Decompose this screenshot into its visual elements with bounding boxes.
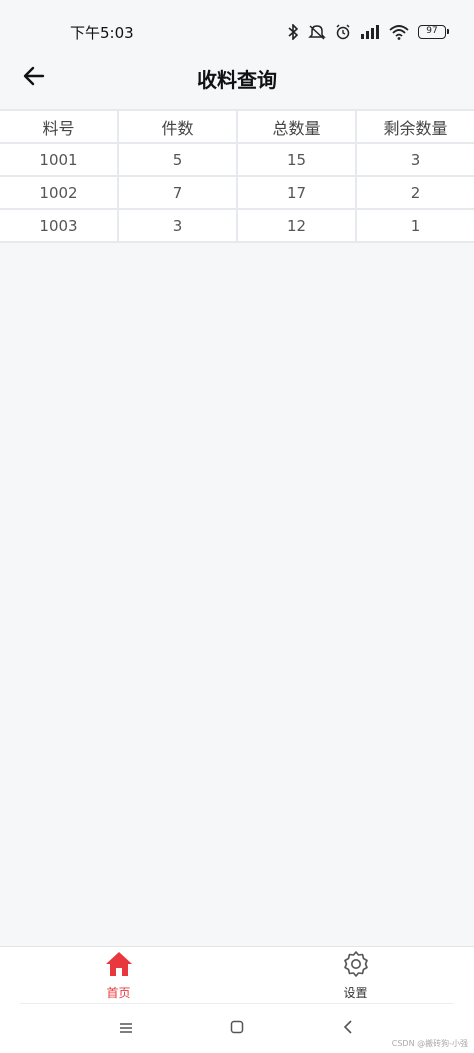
- cell-remaining-qty: 1: [410, 216, 421, 235]
- cell-pieces: 7: [119, 177, 238, 208]
- alarm-icon: [335, 24, 351, 40]
- column-header-pieces: 件数: [119, 111, 238, 142]
- wifi-icon: [389, 24, 409, 40]
- material-table: 料号 件数 总数量 剩余数量 1001 5 15 3 1002 7 17 2 1…: [0, 109, 474, 243]
- status-time: 下午5:03: [70, 23, 134, 42]
- home-icon: [104, 950, 134, 982]
- tab-settings-label: 设置: [343, 986, 368, 1000]
- column-header-remaining-qty: 剩余数量: [383, 118, 448, 138]
- cell-remaining-qty: 3: [410, 150, 421, 169]
- page-title: 收料查询: [197, 67, 277, 92]
- menu-icon: [119, 1019, 133, 1038]
- battery-icon: 97: [418, 25, 449, 39]
- column-header-part-no: 料号: [0, 111, 119, 142]
- back-chevron-icon: [343, 1019, 353, 1038]
- table-row[interactable]: 1003 3 12 1: [0, 210, 474, 243]
- home-square-icon: [230, 1019, 244, 1038]
- bottom-tab-bar: 首页 设置: [0, 946, 474, 1004]
- tab-settings[interactable]: 设置: [237, 947, 474, 1004]
- cell-part-no: 1002: [0, 177, 119, 208]
- back-button[interactable]: [18, 62, 50, 94]
- cell-total-qty: 12: [238, 210, 357, 241]
- recent-apps-button[interactable]: [108, 1011, 144, 1047]
- cell-pieces: 5: [119, 144, 238, 175]
- cell-part-no: 1001: [0, 144, 119, 175]
- cell-remaining-qty: 2: [410, 183, 421, 202]
- tab-home[interactable]: 首页: [0, 947, 237, 1004]
- signal-icon: [360, 24, 380, 40]
- table-row[interactable]: 1002 7 17 2: [0, 177, 474, 210]
- status-icons: 97: [287, 24, 449, 40]
- bluetooth-icon: [287, 24, 299, 40]
- table-row[interactable]: 1001 5 15 3: [0, 144, 474, 177]
- table-header-row: 料号 件数 总数量 剩余数量: [0, 111, 474, 144]
- app-bar: 收料查询: [0, 52, 474, 104]
- gear-icon: [342, 950, 370, 982]
- cell-total-qty: 15: [238, 144, 357, 175]
- back-nav-button[interactable]: [330, 1011, 366, 1047]
- cell-part-no: 1003: [0, 210, 119, 241]
- mute-icon: [308, 24, 326, 40]
- cell-total-qty: 17: [238, 177, 357, 208]
- column-header-total-qty: 总数量: [238, 111, 357, 142]
- arrow-left-icon: [23, 66, 45, 90]
- watermark: CSDN @搬砖狗-小强: [391, 1039, 468, 1048]
- tab-home-label: 首页: [106, 986, 131, 1000]
- cell-pieces: 3: [119, 210, 238, 241]
- home-nav-button[interactable]: [219, 1011, 255, 1047]
